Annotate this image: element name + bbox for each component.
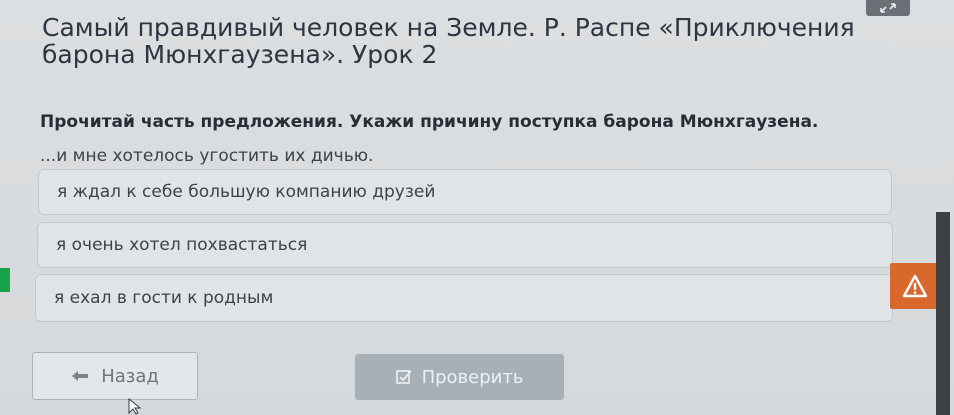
checkbox-icon (395, 370, 412, 384)
question-text: Прочитай часть предложения. Укажи причин… (40, 112, 819, 132)
report-problem-button[interactable] (890, 263, 940, 309)
mouse-cursor-icon (128, 398, 142, 415)
answer-option-label: я очень хотел похвастаться (56, 235, 308, 255)
sentence-fragment: ...и мне хотелось угостить их дичью. (40, 146, 374, 166)
scrollbar[interactable] (936, 212, 950, 415)
lesson-title: Самый правдивый человек на Земле. Р. Рас… (42, 13, 855, 69)
expand-icon (880, 3, 896, 13)
side-accent-strip (0, 268, 10, 292)
check-button-label: Проверить (421, 366, 524, 388)
back-button[interactable]: Назад (32, 352, 198, 400)
answer-option-3[interactable]: я ехал в гости к родным (35, 274, 893, 322)
answer-option-label: я ждал к себе большую компанию друзей (57, 182, 436, 202)
arrow-left-icon (72, 371, 89, 381)
check-button[interactable]: Проверить (355, 354, 564, 400)
warning-icon (902, 274, 928, 298)
lesson-page: Самый правдивый человек на Земле. Р. Рас… (0, 0, 954, 415)
answer-option-label: я ехал в гости к родным (54, 288, 274, 308)
back-button-label: Назад (101, 365, 159, 387)
answer-option-1[interactable]: я ждал к себе большую компанию друзей (38, 169, 892, 215)
answer-option-2[interactable]: я очень хотел похвастаться (37, 222, 893, 268)
